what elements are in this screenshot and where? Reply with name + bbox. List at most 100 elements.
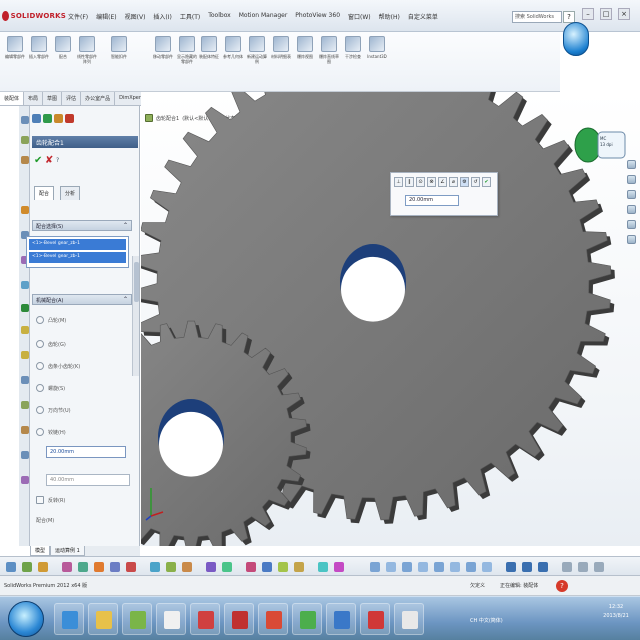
- config-manager-tab-icon[interactable]: [54, 114, 63, 123]
- scroll-thumb[interactable]: [134, 262, 139, 302]
- undo-icon[interactable]: [78, 562, 88, 572]
- balloon-icon[interactable]: [522, 562, 532, 572]
- solidworks-logo[interactable]: SOLIDWORKS: [2, 8, 66, 24]
- flip-alignment-icon[interactable]: ↺: [471, 177, 480, 187]
- options-icon[interactable]: [150, 562, 160, 572]
- gear-model[interactable]: [141, 92, 640, 546]
- menu-photoview[interactable]: PhotoView 360: [295, 12, 340, 21]
- save-icon[interactable]: [38, 562, 48, 572]
- mate-type-gear[interactable]: 齿轮(G): [36, 338, 66, 350]
- rectangle-icon[interactable]: [450, 562, 460, 572]
- subtab-analysis[interactable]: 分析: [60, 186, 81, 200]
- arc-icon[interactable]: [418, 562, 428, 572]
- smart-fastener-button[interactable]: 智能扣件: [108, 36, 130, 82]
- mate-ok-button[interactable]: ✔: [482, 177, 491, 187]
- mate-type-universal[interactable]: 万向节(U): [36, 404, 71, 416]
- circle-icon[interactable]: [402, 562, 412, 572]
- parallel-mate-icon[interactable]: ∥: [405, 177, 414, 187]
- dimxpert-tab-icon[interactable]: [65, 114, 74, 123]
- point-icon[interactable]: [482, 562, 492, 572]
- grid-icon[interactable]: [578, 562, 588, 572]
- design-library-icon[interactable]: [626, 175, 636, 184]
- table-icon[interactable]: [562, 562, 572, 572]
- clock[interactable]: 12:32 2013/8/21: [596, 603, 636, 621]
- wireframe-icon[interactable]: [334, 562, 344, 572]
- mate-type-hinge[interactable]: 铰链(H): [36, 426, 66, 438]
- print-icon[interactable]: [62, 562, 72, 572]
- menu-edit[interactable]: 编辑(E): [96, 12, 116, 21]
- rotate-icon[interactable]: [278, 562, 288, 572]
- mate-button[interactable]: 配合: [52, 36, 74, 82]
- mechanical-group-header[interactable]: 机械配合(A) ⌃: [32, 294, 132, 305]
- taskbar-app11[interactable]: [394, 603, 424, 635]
- note-icon[interactable]: [506, 562, 516, 572]
- config-icon[interactable]: [21, 156, 29, 164]
- axis-icon[interactable]: [21, 451, 29, 459]
- taskbar-app8[interactable]: [292, 603, 322, 635]
- mates-section[interactable]: 配合(M): [36, 514, 54, 526]
- property-icon[interactable]: [21, 136, 29, 144]
- list-item[interactable]: <1>-Bevel gear_zb-1: [29, 239, 126, 250]
- reference-geometry-button[interactable]: 参考几何体: [222, 36, 244, 82]
- menu-motion[interactable]: Motion Manager: [239, 12, 288, 21]
- move-component-button[interactable]: 移动零部件: [152, 36, 174, 82]
- ratio-input[interactable]: 20.00mm: [46, 446, 126, 458]
- tab-sketch[interactable]: 草图: [43, 92, 63, 105]
- new-icon[interactable]: [6, 562, 16, 572]
- taskbar-media[interactable]: [122, 603, 152, 635]
- pattern-icon[interactable]: [21, 476, 29, 484]
- dimension-icon[interactable]: [182, 562, 192, 572]
- taskbar-app5[interactable]: [190, 603, 220, 635]
- minimize-icon[interactable]: –: [582, 8, 594, 20]
- taskbar-ie[interactable]: [54, 603, 84, 635]
- custom-properties-icon[interactable]: [626, 235, 636, 244]
- smart-dim-icon[interactable]: [370, 562, 380, 572]
- menu-toolbox[interactable]: Toolbox: [208, 12, 231, 21]
- sketch-icon[interactable]: [21, 426, 29, 434]
- exploded-view-button[interactable]: 爆炸视图: [294, 36, 316, 82]
- taskbar-app7[interactable]: [258, 603, 288, 635]
- solidworks-orb-icon[interactable]: [563, 22, 589, 56]
- tab-layout[interactable]: 布局: [24, 92, 44, 105]
- menu-file[interactable]: 文件(F): [68, 12, 88, 21]
- plane-icon[interactable]: [21, 376, 29, 384]
- feature-icon[interactable]: [21, 401, 29, 409]
- pan-icon[interactable]: [294, 562, 304, 572]
- concentric-mate-icon[interactable]: ⊙: [416, 177, 425, 187]
- select-icon[interactable]: [110, 562, 120, 572]
- layers-icon[interactable]: [594, 562, 604, 572]
- property-manager-tab-icon[interactable]: [43, 114, 52, 123]
- bom-button[interactable]: 材料明细表: [270, 36, 292, 82]
- tab-model[interactable]: 模型: [30, 546, 51, 556]
- mates-icon[interactable]: [21, 304, 29, 312]
- view-palette-icon[interactable]: [626, 205, 636, 214]
- tab-evaluate[interactable]: 评估: [62, 92, 82, 105]
- ok-button[interactable]: ✔: [34, 155, 42, 166]
- explode-line-button[interactable]: 爆炸直线草图: [318, 36, 340, 82]
- rebuild-icon[interactable]: [126, 562, 136, 572]
- search-input[interactable]: 搜索 SolidWorks: [512, 11, 562, 23]
- instant3d-button[interactable]: Instant3D: [366, 36, 388, 82]
- graphics-area[interactable]: 齿轮配合1 (默认<默认>_显示状态 1) ⊥ ∥ ⊙ ⊗ ∠ ⌀: [141, 92, 640, 546]
- new-motion-study-button[interactable]: 新建运动算例: [246, 36, 268, 82]
- assembly-features-button[interactable]: 装配体特征: [198, 36, 220, 82]
- panel-scrollbar[interactable]: [132, 256, 139, 376]
- ratio-input-2[interactable]: 40.00mm: [46, 474, 130, 486]
- menu-help[interactable]: 帮助(H): [379, 12, 400, 21]
- gear-mate-icon[interactable]: ⚙: [460, 177, 469, 187]
- show-hidden-button[interactable]: 显示隐藏的零部件: [176, 36, 198, 82]
- edit-component-button[interactable]: 编辑零部件: [4, 36, 26, 82]
- part2-icon[interactable]: [21, 351, 29, 359]
- insert-component-button[interactable]: 插入零部件: [28, 36, 50, 82]
- status-help-icon[interactable]: ?: [556, 580, 568, 592]
- distance-mate-icon[interactable]: ⌀: [449, 177, 458, 187]
- close-icon[interactable]: ×: [618, 8, 630, 20]
- restore-icon[interactable]: □: [600, 8, 612, 20]
- mass-props-icon[interactable]: [222, 562, 232, 572]
- tree-icon[interactable]: [21, 116, 29, 124]
- line-icon[interactable]: [386, 562, 396, 572]
- mate-distance-input[interactable]: 20.00mm: [405, 195, 459, 206]
- cancel-button[interactable]: ✘: [45, 155, 53, 166]
- taskbar-app10[interactable]: [360, 603, 390, 635]
- mate-type-rack-pinion[interactable]: 齿条小齿轮(K): [36, 360, 80, 372]
